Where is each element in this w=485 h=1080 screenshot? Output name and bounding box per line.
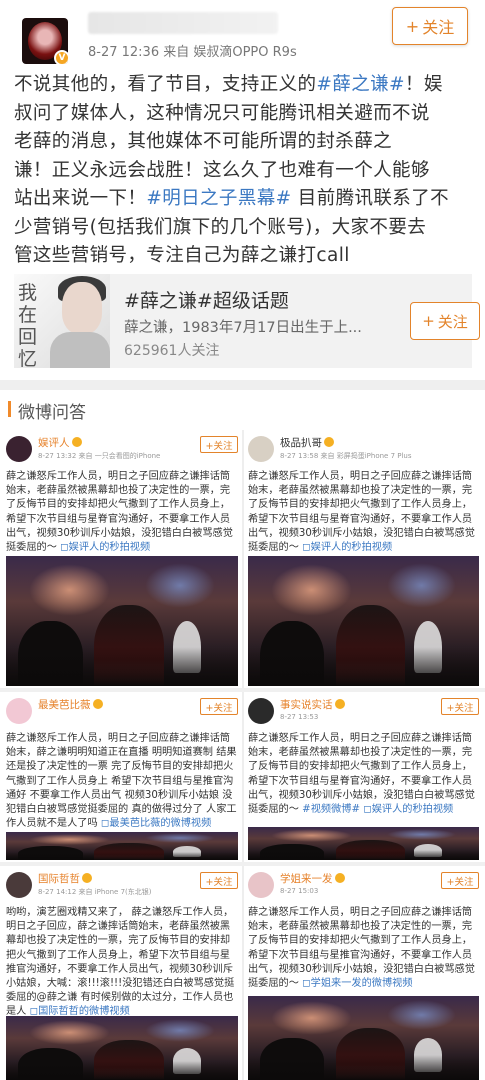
topic-follower-count: 625961人关注 <box>124 343 220 359</box>
card-text: 薛之谦怒斥工作人员，明日之子回应薛之谦摔话筒始末，老薛虽然被黑幕却也投了决定性的… <box>248 907 475 990</box>
card-avatar[interactable] <box>6 872 32 898</box>
card-video-thumbnail[interactable] <box>6 556 238 686</box>
topic-title: #薛之谦#超级话题 <box>124 290 289 312</box>
vip-badge-icon <box>334 699 345 709</box>
card-video-thumbnail[interactable] <box>6 832 238 860</box>
card-text: 薛之谦怒斥工作人员，明日之子回应薛之谦摔话筒始末，老薛虽然被黑幕却也投了决定性的… <box>248 471 475 554</box>
card-video-link[interactable]: #视频微博# ◻娱评人的秒拍视频 <box>299 804 453 815</box>
topic-card[interactable]: 我在回忆里过你 #薛之谦#超级话题 薛之谦，1983年7月17日出生于上... … <box>14 274 480 368</box>
card-video-thumbnail[interactable] <box>248 827 479 860</box>
card-video-link[interactable]: ◻娱评人的秒拍视频 <box>57 542 150 553</box>
follow-label: 关注 <box>422 18 455 37</box>
post-body-line: 不说其他的，看了节目，支持正义的#薛之谦#！娱 <box>14 71 472 100</box>
grid-divider <box>0 862 485 866</box>
card-author-name[interactable]: 国际哲哲 <box>38 871 92 886</box>
card-avatar[interactable] <box>6 436 32 462</box>
section-accent-bar <box>8 401 11 417</box>
card-text: 薛之谦怒斥工作人员，明日之子回应薛之谦摔话筒始末，老薛虽然被黑幕却也投了决定性的… <box>6 471 233 554</box>
qa-card[interactable]: 事实说实话 8-27 13:53 +关注薛之谦怒斥工作人员，明日之子回应薛之谦摔话筒… <box>244 692 483 862</box>
card-meta: 8-27 14:12 来自 iPhone 7(东北银) <box>38 888 152 896</box>
plus-icon: + <box>405 16 420 36</box>
hashtag-link[interactable]: #明日之子黑幕# <box>146 188 291 209</box>
post-body-line: 站出来说一下！#明日之子黑幕# 目前腾讯联系了不 <box>14 185 472 214</box>
post-text: ！娱 <box>404 74 443 95</box>
card-follow-button[interactable]: +关注 <box>441 698 479 715</box>
post-text: 叔问了媒体人，这种情况只可能腾讯相关避而不说 <box>14 102 430 124</box>
card-meta: 8-27 13:32 来自 一只会看图的iPhone <box>38 452 161 460</box>
qa-card[interactable]: 娱评人 8-27 13:32 来自 一只会看图的iPhone +关注薛之谦怒斥工作人… <box>2 430 242 688</box>
follow-label: 关注 <box>437 312 468 331</box>
section-title: 微博问答 <box>18 403 86 423</box>
card-avatar[interactable] <box>6 698 32 724</box>
card-avatar[interactable] <box>248 872 274 898</box>
post-meta: 8-27 12:36 来自 娱叔滴OPPO R9s <box>88 45 297 60</box>
card-author-name[interactable]: 事实说实话 <box>280 697 345 712</box>
post-author-name-blurred[interactable] <box>88 12 278 34</box>
section-gap <box>0 380 485 390</box>
card-author-name[interactable]: 极品扒哥 <box>280 435 334 450</box>
topic-follow-button[interactable]: + 关注 <box>410 302 480 340</box>
topic-cover-image: 我在回忆里过你 <box>14 274 110 368</box>
card-video-thumbnail[interactable] <box>248 996 479 1080</box>
grid-divider <box>0 688 485 692</box>
vip-badge-icon <box>71 437 82 447</box>
card-follow-button[interactable]: +关注 <box>200 436 238 453</box>
card-meta: 8-27 13:53 <box>280 713 319 721</box>
card-video-link[interactable]: ◻最美芭比薇的微博视频 <box>98 818 211 829</box>
card-avatar[interactable] <box>248 436 274 462</box>
post-body-line: 管这些营销号，专注自己为薛之谦打call <box>14 242 472 271</box>
vip-badge-icon <box>82 873 92 883</box>
hashtag-link[interactable]: #薛之谦# <box>316 74 405 95</box>
grid-divider <box>242 430 244 688</box>
grid-divider <box>242 866 244 1080</box>
card-avatar[interactable] <box>248 698 274 724</box>
post-text: 不说其他的，看了节目，支持正义的 <box>14 74 317 95</box>
vip-badge-icon <box>324 437 334 447</box>
post-avatar[interactable]: V <box>22 18 68 64</box>
card-author-name[interactable]: 学姐来一发 <box>280 871 345 886</box>
post-header: V 8-27 12:36 来自 娱叔滴OPPO R9s + 关注 <box>0 0 485 68</box>
card-author-name[interactable]: 娱评人 <box>38 435 82 450</box>
post-text: 少营销号(包括我们旗下的几个账号)，大家不要去 <box>14 216 427 238</box>
post-text: 老薛的消息，其他媒体不可能所谓的封杀薛之 <box>14 131 393 152</box>
post-body-line: 叔问了媒体人，这种情况只可能腾讯相关避而不说 <box>14 100 472 129</box>
card-video-thumbnail[interactable] <box>248 556 479 686</box>
card-video-link[interactable]: ◻学姐来一发的微博视频 <box>299 978 412 989</box>
topic-cover-text: 我在回忆里过你 <box>18 282 38 368</box>
plus-icon: + <box>422 312 435 330</box>
card-text: 薛之谦怒斥工作人员，明日之子回应薛之谦摔话筒始末，老薛虽然被黑幕却也投了决定性的… <box>248 733 475 816</box>
follow-button[interactable]: + 关注 <box>392 7 468 45</box>
card-follow-button[interactable]: +关注 <box>441 872 479 889</box>
post-text: 目前腾讯联系了不 <box>291 188 449 209</box>
post-body: 不说其他的，看了节目，支持正义的#薛之谦#！娱 叔问了媒体人，这种情况只可能腾讯相… <box>14 71 472 271</box>
qa-card[interactable]: 学姐来一发 8-27 15:03 +关注薛之谦怒斥工作人员，明日之子回应薛之谦摔话筒… <box>244 866 483 1080</box>
card-author-name[interactable]: 最美芭比薇 <box>38 697 103 712</box>
post-text: 谦！正义永远会战胜！这么久了也难有一个人能够 <box>14 159 430 181</box>
card-follow-button[interactable]: +关注 <box>200 698 238 715</box>
verified-badge-icon: V <box>54 50 68 64</box>
card-follow-button[interactable]: +关注 <box>200 872 238 889</box>
section-header: 微博问答 <box>0 390 485 430</box>
card-meta: 8-27 13:58 来自 彩屏捣蛋iPhone 7 Plus <box>280 452 412 460</box>
post-body-line: 少营销号(包括我们旗下的几个账号)，大家不要去 <box>14 214 472 243</box>
post-text: 站出来说一下！ <box>14 188 147 209</box>
card-text: 哟哟，演艺圈戏精又来了， 薛之谦怒斥工作人员，明日之子回应，薛之谦摔话筒始末，老… <box>6 907 235 1018</box>
card-text: 薛之谦怒斥工作人员，明日之子回应薛之谦摔话筒始末，薛之谦明明知道正在直播 明明知… <box>6 733 237 830</box>
vip-badge-icon <box>334 873 345 883</box>
post-body-line: 老薛的消息，其他媒体不可能所谓的封杀薛之 <box>14 128 472 157</box>
qa-card[interactable]: 国际哲哲 8-27 14:12 来自 iPhone 7(东北银) +关注哟哟，演艺圈… <box>2 866 242 1080</box>
grid-divider <box>242 692 244 862</box>
vip-badge-icon <box>92 699 103 709</box>
qa-card[interactable]: 极品扒哥 8-27 13:58 来自 彩屏捣蛋iPhone 7 Plus 薛之谦怒斥… <box>244 430 483 688</box>
topic-desc: 薛之谦，1983年7月17日出生于上... <box>124 320 362 336</box>
qa-card[interactable]: 最美芭比薇 +关注薛之谦怒斥工作人员，明日之子回应薛之谦摔话筒始末，薛之谦明明知道… <box>2 692 242 862</box>
card-video-thumbnail[interactable] <box>6 1016 238 1080</box>
post-body-line: 谦！正义永远会战胜！这么久了也难有一个人能够 <box>14 157 472 186</box>
post-text: 管这些营销号，专注自己为薛之谦打call <box>14 245 350 266</box>
card-meta: 8-27 15:03 <box>280 887 319 895</box>
card-video-link[interactable]: ◻娱评人的秒拍视频 <box>299 542 392 553</box>
